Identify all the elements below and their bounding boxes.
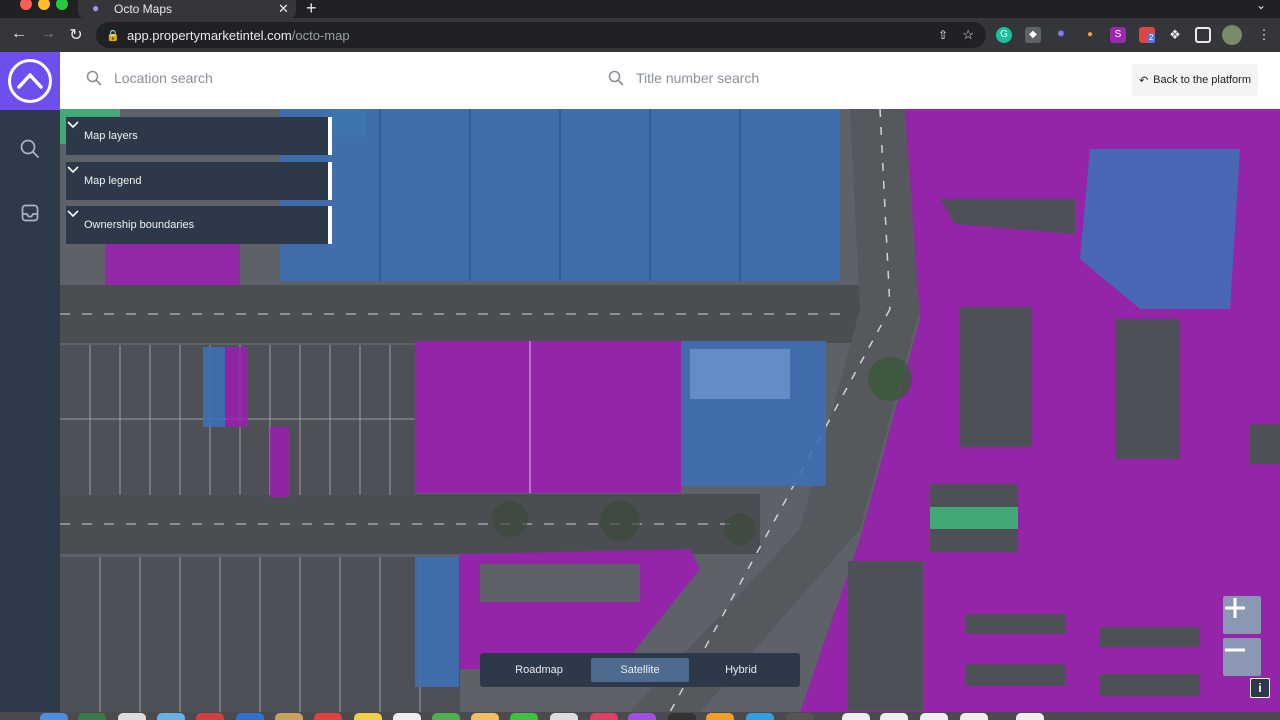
dock-app-icon[interactable] — [746, 713, 774, 720]
dock-app-icon[interactable] — [1016, 713, 1044, 720]
extension-gear-icon[interactable]: ✹ — [1053, 27, 1069, 43]
extension-badge-icon[interactable]: 2 — [1139, 27, 1156, 43]
octo-favicon-icon: ● — [92, 1, 100, 15]
dock-app-icon[interactable] — [628, 713, 656, 720]
profile-avatar[interactable] — [1222, 25, 1242, 45]
roadmap-option[interactable]: Roadmap — [490, 658, 588, 682]
ownership-boundaries-label: Ownership boundaries — [84, 219, 195, 231]
location-search — [86, 70, 414, 86]
extension-flame-icon[interactable]: ● — [1082, 27, 1098, 43]
browser-menu-icon[interactable]: ⋮ — [1256, 27, 1272, 43]
satellite-option[interactable]: Satellite — [591, 658, 689, 682]
address-bar[interactable]: 🔒 app.propertymarketintel.com /octo-map … — [96, 22, 986, 48]
dock-app-icon[interactable] — [786, 713, 814, 720]
plus-icon — [1225, 598, 1245, 618]
dock-app-icon[interactable] — [842, 713, 870, 720]
extension-s-icon[interactable]: S — [1110, 27, 1126, 43]
dock-app-icon[interactable] — [393, 713, 421, 720]
dock-app-icon[interactable] — [590, 713, 618, 720]
dock-app-icon[interactable] — [314, 713, 342, 720]
dock-app-icon[interactable] — [706, 713, 734, 720]
dock-app-icon[interactable] — [236, 713, 264, 720]
browser-tab[interactable]: ● Octo Maps ✕ — [78, 0, 296, 18]
extension-badge-count: 2 — [1147, 33, 1156, 43]
dock-app-icon[interactable] — [118, 713, 146, 720]
app-header: ↶ Back to the platform — [60, 52, 1280, 109]
window-maximize-dot[interactable] — [56, 0, 68, 10]
dock-app-icon[interactable] — [471, 713, 499, 720]
bookmark-star-icon[interactable]: ☆ — [962, 27, 974, 43]
dock-app-icon[interactable] — [668, 713, 696, 720]
dock-app-icon[interactable] — [920, 713, 948, 720]
browser-toolbar: ← → ↻ 🔒 app.propertymarketintel.com /oct… — [0, 18, 1280, 52]
window-minimize-dot[interactable] — [38, 0, 50, 10]
side-panel-icon[interactable] — [1195, 27, 1211, 43]
minus-icon — [1225, 648, 1245, 652]
reload-icon[interactable]: ↻ — [66, 25, 86, 45]
tab-title: Octo Maps — [114, 2, 173, 16]
extensions-icon[interactable]: ❖ — [1167, 27, 1183, 43]
grammarly-extension-icon[interactable]: G — [996, 27, 1012, 43]
dock-app-icon[interactable] — [157, 713, 185, 720]
zoom-out-button[interactable] — [1223, 638, 1261, 676]
map-legend-label: Map legend — [84, 175, 142, 187]
window-close-dot[interactable] — [20, 0, 32, 10]
new-tab-icon[interactable]: + — [306, 0, 317, 19]
location-search-input[interactable] — [114, 70, 414, 86]
octo-logo[interactable] — [0, 52, 60, 110]
back-to-platform-label: Back to the platform — [1153, 74, 1251, 86]
dock-app-icon[interactable] — [275, 713, 303, 720]
logo-mountain-icon — [8, 59, 52, 103]
dock-app-icon[interactable] — [880, 713, 908, 720]
dock-app-icon[interactable] — [354, 713, 382, 720]
map-type-switcher: Roadmap Satellite Hybrid — [480, 653, 800, 687]
map-canvas[interactable]: Map layers Map legend Ownership boundari… — [60, 109, 1280, 712]
tab-search-chevron-icon[interactable]: ⌄ — [1256, 0, 1266, 12]
search-icon[interactable] — [20, 139, 40, 159]
ownership-boundaries-panel[interactable]: Ownership boundaries — [66, 206, 332, 244]
app-sidebar — [0, 52, 60, 712]
title-number-search-input[interactable] — [636, 70, 936, 86]
chevron-down-icon — [67, 121, 79, 129]
location-search-icon — [86, 70, 102, 86]
map-layers-label: Map layers — [84, 130, 138, 142]
share-icon[interactable]: ⇧ — [938, 28, 948, 42]
forward-arrow-icon[interactable]: → — [38, 25, 58, 43]
title-search — [608, 70, 936, 86]
browser-tab-bar: ● Octo Maps ✕ + ⌄ — [0, 0, 1280, 18]
map-layers-panel[interactable]: Map layers — [66, 117, 332, 155]
title-search-icon — [608, 70, 624, 86]
tab-close-icon[interactable]: ✕ — [278, 1, 296, 17]
url-path: /octo-map — [291, 27, 350, 43]
zoom-in-button[interactable] — [1223, 596, 1261, 634]
dock-app-icon[interactable] — [510, 713, 538, 720]
return-arrow-icon: ↶ — [1138, 74, 1149, 87]
back-to-platform-button[interactable]: ↶ Back to the platform — [1131, 64, 1258, 96]
dock-app-icon[interactable] — [432, 713, 460, 720]
info-button[interactable]: i — [1250, 678, 1270, 698]
inbox-icon[interactable] — [20, 203, 40, 223]
dock-app-icon[interactable] — [960, 713, 988, 720]
hybrid-option[interactable]: Hybrid — [692, 658, 790, 682]
dock-app-icon[interactable] — [40, 713, 68, 720]
url-host: app.propertymarketintel.com — [127, 27, 292, 43]
back-arrow-icon[interactable]: ← — [9, 25, 29, 43]
extension-puzzle-piece-icon[interactable]: ◆ — [1025, 27, 1041, 43]
lock-icon: 🔒 — [106, 30, 120, 42]
dock-app-icon[interactable] — [78, 713, 106, 720]
dock-app-icon[interactable] — [550, 713, 578, 720]
map-legend-panel[interactable]: Map legend — [66, 162, 332, 200]
dock-app-icon[interactable] — [196, 713, 224, 720]
chevron-down-icon — [67, 166, 79, 174]
chevron-down-icon — [67, 210, 79, 218]
